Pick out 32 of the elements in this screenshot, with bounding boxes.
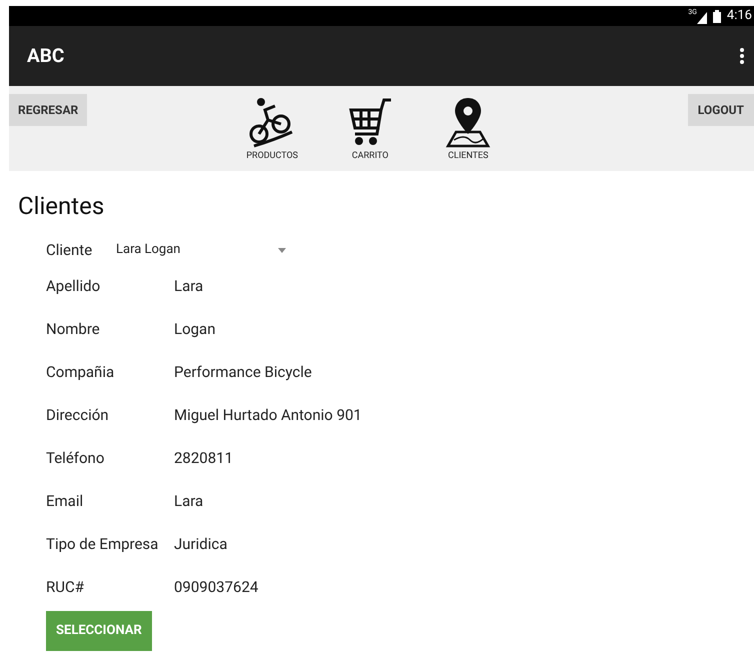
logout-button[interactable]: LOGOUT <box>688 94 754 126</box>
cart-icon <box>347 96 394 148</box>
field-label: Nombre <box>46 319 101 340</box>
page-title: Clientes <box>18 191 106 221</box>
field-label: Tipo de Empresa <box>46 534 160 556</box>
field-value: Performance Bicycle <box>174 362 312 384</box>
client-dropdown[interactable]: Lara Logan <box>116 240 286 260</box>
field-value: 2820811 <box>174 448 234 470</box>
nav-tab[interactable]: CARRITO <box>335 96 406 164</box>
map-pin-icon <box>444 96 492 148</box>
field-label: Compañia <box>46 362 116 384</box>
field-value: Juridica <box>174 534 228 556</box>
field-value: Lara <box>174 276 204 298</box>
field-label: Email <box>46 491 84 512</box>
signal-icon <box>696 12 707 24</box>
field-value: Miguel Hurtado Antonio 901 <box>174 405 362 426</box>
clock-time: 4:16 <box>726 7 752 26</box>
back-button[interactable]: REGRESAR <box>9 94 88 126</box>
field-value: Logan <box>174 319 216 340</box>
field-label: Dirección <box>46 405 110 426</box>
field-value: 0909037624 <box>174 577 258 598</box>
field-label: RUC# <box>46 577 85 598</box>
field-label: Cliente <box>46 240 94 261</box>
field-label: Teléfono <box>46 448 106 470</box>
battery-icon <box>712 10 721 22</box>
more-icon <box>740 48 744 64</box>
field-value: Lara <box>174 491 204 512</box>
app-title: ABC <box>27 42 64 69</box>
nav-tab[interactable]: PRODUCTOS <box>237 96 308 164</box>
nav-tab[interactable]: CLIENTES <box>433 96 504 164</box>
field-label: Apellido <box>46 276 102 298</box>
dropdown-arrow-icon <box>278 248 286 252</box>
